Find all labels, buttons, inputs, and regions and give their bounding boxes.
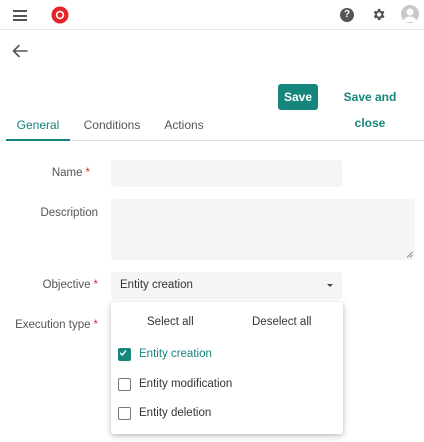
checkbox-icon[interactable] — [118, 407, 131, 420]
option-entity-modification[interactable]: Entity modification — [118, 374, 338, 396]
tab-general[interactable]: General — [6, 111, 70, 141]
option-label: Entity deletion — [139, 407, 212, 419]
objective-select[interactable]: Entity creation — [111, 272, 342, 299]
objective-dropdown-panel: Select all Deselect all Entity creation … — [111, 302, 343, 434]
hamburger-menu-icon[interactable] — [13, 10, 27, 21]
save-button[interactable]: Save — [278, 84, 318, 110]
arrow-left-icon[interactable] — [12, 44, 28, 58]
option-entity-creation[interactable]: Entity creation — [118, 344, 338, 366]
option-label: Entity modification — [139, 378, 233, 390]
name-input[interactable] — [111, 160, 342, 187]
objective-label: Objective * — [42, 279, 98, 291]
app-logo-icon[interactable] — [51, 6, 69, 24]
save-and-close-button[interactable]: Save and close — [328, 84, 412, 130]
user-avatar-icon[interactable] — [401, 5, 419, 23]
description-label: Description — [40, 207, 98, 219]
checkbox-checked-icon[interactable] — [118, 348, 131, 361]
name-label: Name * — [51, 167, 90, 179]
tab-actions[interactable]: Actions — [156, 111, 212, 141]
resize-handle-icon[interactable] — [406, 251, 413, 258]
tab-conditions[interactable]: Conditions — [78, 111, 146, 141]
checkbox-icon[interactable] — [118, 378, 131, 391]
top-bar: ? — [0, 0, 424, 30]
gear-icon[interactable] — [371, 7, 386, 22]
option-entity-deletion[interactable]: Entity deletion — [118, 403, 338, 425]
chevron-down-icon — [327, 284, 333, 287]
tab-bar: General Conditions Actions — [0, 111, 424, 141]
select-all-button[interactable]: Select all — [147, 316, 194, 328]
option-label: Entity creation — [139, 348, 212, 360]
help-icon[interactable]: ? — [340, 8, 354, 22]
execution-type-label: Execution type * — [15, 319, 98, 331]
objective-value: Entity creation — [120, 279, 193, 291]
deselect-all-button[interactable]: Deselect all — [252, 316, 311, 328]
description-textarea[interactable] — [111, 199, 415, 260]
